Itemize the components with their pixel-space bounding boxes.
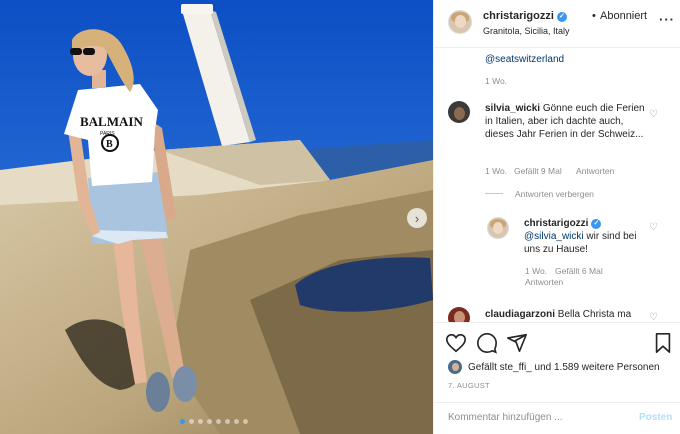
comment-timestamp[interactable]: 1 Wo. [485, 166, 507, 176]
like-comment-heart-icon[interactable]: ♡ [649, 109, 658, 120]
comment-icon[interactable] [476, 332, 498, 354]
reply-button[interactable]: Antworten [576, 166, 614, 176]
comment-body: silvia_wicki Gönne euch die Ferien in It… [485, 102, 647, 141]
location-link[interactable]: Granitola, Sicilia, Italy [483, 26, 570, 36]
comment-timestamp[interactable]: 1 Wo. [525, 266, 547, 276]
comments-list[interactable]: @seatswitzerland 1 Wo. silvia_wicki Gönn… [434, 49, 680, 322]
bookmark-icon[interactable] [652, 332, 674, 354]
post-username[interactable]: christarigozzi [483, 10, 554, 22]
more-options-icon[interactable]: ··· [659, 12, 675, 27]
comment-text: Bella Christa ma [557, 309, 632, 320]
comment-username[interactable]: claudiagarzoni [485, 309, 555, 320]
post-header: christarigozzi ✓ • Abonniert Granitola, S… [434, 0, 680, 48]
post-photo[interactable]: BALMAIN PARIS B › [0, 0, 433, 434]
comment-username[interactable]: silvia_wicki [485, 103, 540, 114]
carousel-dot [243, 419, 248, 424]
verified-badge-icon: ✓ [591, 219, 602, 229]
carousel-dot [234, 419, 239, 424]
post-panel: christarigozzi ✓ • Abonniert Granitola, S… [433, 0, 680, 434]
reply-username[interactable]: christarigozzi [524, 218, 588, 229]
carousel-dot [207, 419, 212, 424]
post-username-link[interactable]: christarigozzi ✓ [483, 10, 567, 22]
heart-icon[interactable] [445, 332, 467, 354]
carousel-dot [216, 419, 221, 424]
follow-status-button[interactable]: Abonniert [600, 10, 647, 22]
comment-body: claudiagarzoni Bella Christa ma [485, 308, 650, 321]
photo-scene: BALMAIN PARIS B [0, 0, 433, 434]
reply-body: christarigozzi ✓ @silvia_wicki wir sind b… [524, 217, 647, 256]
comment-likes[interactable]: Gefällt 6 Mal [555, 266, 603, 276]
avatar [448, 360, 462, 374]
comment-form: Posten [434, 402, 680, 434]
share-icon[interactable] [506, 332, 528, 354]
likes-summary[interactable]: Gefällt ste_ffi_ und 1.589 weitere Perso… [448, 360, 660, 374]
comment-likes[interactable]: Gefällt 9 Mal [514, 166, 562, 176]
avatar[interactable] [448, 307, 470, 322]
reply-button[interactable]: Antworten [525, 277, 563, 287]
carousel-dot [225, 419, 230, 424]
avatar[interactable] [448, 10, 472, 34]
svg-text:BALMAIN: BALMAIN [80, 114, 143, 129]
carousel-dot [180, 419, 185, 424]
mention-link[interactable]: @seatswitzerland [485, 54, 564, 65]
hide-replies-button[interactable]: Antworten verbergen [515, 189, 594, 199]
post-actions: Gefällt ste_ffi_ und 1.589 weitere Perso… [434, 322, 680, 434]
post-date[interactable]: 7. AUGUST [448, 381, 490, 390]
like-comment-heart-icon[interactable]: ♡ [649, 222, 658, 233]
chevron-right-icon: › [414, 210, 420, 226]
comment-timestamp[interactable]: 1 Wo. [485, 76, 507, 86]
avatar[interactable] [487, 217, 509, 239]
carousel-dot [198, 419, 203, 424]
mention-link[interactable]: @silvia_wicki [524, 231, 584, 242]
carousel-dot [189, 419, 194, 424]
svg-text:B: B [106, 139, 113, 150]
separator-dot: • [592, 10, 596, 22]
post-comment-button[interactable]: Posten [639, 412, 672, 423]
carousel-next-button[interactable]: › [407, 208, 427, 228]
likes-text[interactable]: Gefällt ste_ffi_ und 1.589 weitere Perso… [468, 362, 660, 373]
comment-input[interactable] [448, 412, 628, 423]
carousel-indicator [180, 419, 248, 424]
replies-divider [485, 193, 503, 194]
like-comment-heart-icon[interactable]: ♡ [649, 312, 658, 322]
avatar[interactable] [448, 101, 470, 123]
verified-badge-icon: ✓ [556, 12, 567, 22]
